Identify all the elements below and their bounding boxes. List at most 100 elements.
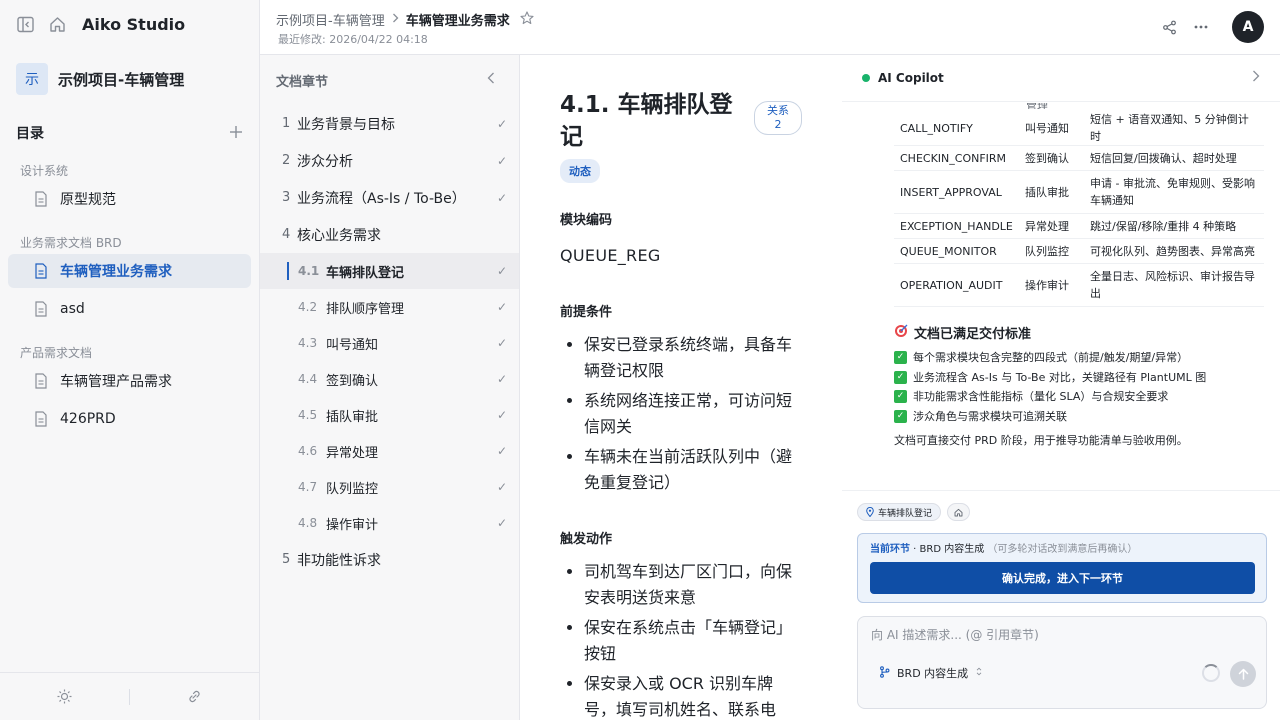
table-row: EXCEPTION_HANDLE 异常处理 跳过/保留/移除/重排 4 种策略 [894, 213, 1264, 239]
chapter-item[interactable]: 4 核心业务需求 [260, 216, 519, 253]
context-chip[interactable]: 车辆排队登记 [857, 503, 942, 521]
chapter-label: 异常处理 [326, 445, 379, 461]
confirm-next-stage-button[interactable]: 确认完成，进入下一环节 [870, 562, 1255, 594]
sidebar-item-vehicle-prd[interactable]: 车辆管理产品需求 [8, 364, 251, 398]
delivery-note: 文档可直接交付 PRD 阶段，用于推导功能清单与验收用例。 [894, 434, 1188, 447]
toc-label: 目录 [16, 126, 44, 142]
chapter-label: 插队审批 [326, 409, 379, 425]
chapter-panel: 文档章节 1 业务背景与目标 ✓ 2 涉众分析 ✓ 3 业务流程（As-Is / To-B… [260, 55, 520, 720]
check-text: 业务流程含 As-Is 与 To-Be 对比，关键路径有 PlantUML 图 [913, 370, 1207, 384]
section-title-row: 4.1. 车辆排队登记 关系 2 [560, 89, 802, 153]
branch-icon [879, 665, 890, 681]
relation-count: 2 [774, 118, 782, 131]
check-text: 非功能需求含性能指标（量化 SLA）与合规安全要求 [913, 390, 1169, 403]
collapse-icon[interactable] [487, 72, 495, 88]
document-content: 4.1. 车辆排队登记 关系 2 动态 模块编码 QUEUE_REG 前提条件 … [520, 55, 842, 720]
check-item: ✓ 非功能需求含性能指标（量化 SLA）与合规安全要求 [894, 387, 1264, 407]
chapter-item[interactable]: 2 涉众分析 ✓ [260, 142, 519, 179]
sidebar-toggle-icon[interactable] [16, 15, 34, 33]
chapter-number: 4.6 [298, 444, 318, 458]
list-item: 保安已登录系统终端，具备车辆登记权限 [584, 332, 802, 384]
relation-button[interactable]: 关系 2 [754, 101, 802, 135]
chapter-number: 1 [282, 116, 291, 131]
theme-icon[interactable] [0, 689, 129, 704]
add-icon[interactable] [229, 123, 243, 144]
module-code-cell: EXCEPTION_HANDLE [894, 213, 1019, 239]
chapter-subitem-active[interactable]: 4.1 车辆排队登记 ✓ [260, 253, 519, 289]
location-pin-icon [866, 507, 874, 517]
chapter-subitem[interactable]: 4.2 排队顺序管理 ✓ [260, 289, 519, 325]
chapter-number: 5 [282, 552, 291, 567]
context-chips: 车辆排队登记 [857, 503, 976, 521]
chapter-subitem[interactable]: 4.3 叫号通知 ✓ [260, 325, 519, 361]
relation-label: 关系 [767, 104, 789, 117]
sidebar-item-vehicle-brd[interactable]: 车辆管理业务需求 [8, 254, 251, 288]
check-icon: ✓ [496, 408, 507, 422]
check-icon: ✓ [496, 190, 507, 205]
trigger-heading: 触发动作 [560, 532, 613, 547]
check-text: 涉众角色与需求模块可追溯关联 [913, 409, 1067, 423]
check-icon: ✓ [496, 444, 507, 458]
checkmark-icon: ✓ [894, 370, 907, 384]
module-code-cell: OPERATION_AUDIT [894, 263, 1019, 307]
module-name-cell: 操作审计 [1019, 263, 1084, 307]
sidebar-item-asd[interactable]: asd [8, 292, 251, 326]
chapter-subitem[interactable]: 4.8 操作审计 ✓ [260, 505, 519, 541]
share-icon[interactable] [1160, 20, 1178, 35]
module-code-cell: CHECKIN_CONFIRM [894, 145, 1019, 171]
chapter-item[interactable]: 1 业务背景与目标 ✓ [260, 105, 519, 142]
more-icon[interactable] [1192, 25, 1210, 29]
list-item: 保安录入或 OCR 识别车牌号，填写司机姓名、联系电 [584, 671, 802, 720]
check-item: ✓ 涉众角色与需求模块可追溯关联 [894, 407, 1264, 427]
copilot-title: AI Copilot [878, 71, 944, 85]
home-icon[interactable] [48, 15, 66, 33]
module-desc-cell: 全量日志、风险标识、审计报告导出 [1084, 263, 1264, 307]
toc-header: 目录 [0, 122, 259, 144]
sidebar-item-label: 车辆管理产品需求 [60, 374, 172, 390]
status-dot [862, 74, 870, 82]
stage-hint: （可多轮对话改到满意后再确认） [987, 544, 1138, 555]
sidebar-item-prototype-spec[interactable]: 原型规范 [8, 182, 251, 216]
document-icon [34, 191, 48, 207]
link-icon[interactable] [130, 689, 259, 704]
chapter-label: 签到确认 [326, 373, 379, 389]
chapter-label: 非功能性诉求 [297, 552, 381, 569]
last-modified: 最近修改: 2026/04/22 04:18 [278, 33, 428, 46]
chevron-right-icon[interactable] [1252, 70, 1260, 86]
app-name: Aiko Studio [82, 14, 186, 34]
checkmark-icon: ✓ [894, 351, 907, 365]
home-chip[interactable] [947, 503, 971, 521]
project-header[interactable]: 示 示例项目-车辆管理 [0, 48, 259, 100]
star-icon[interactable] [520, 10, 534, 29]
mode-selector[interactable]: BRD 内容生成 [871, 662, 990, 684]
standard-heading: 文档已满足交付标准 [894, 323, 1264, 342]
chapter-item[interactable]: 3 业务流程（As-Is / To-Be） ✓ [260, 179, 519, 216]
chapter-number: 4.4 [298, 372, 318, 386]
chapter-label: 涉众分析 [297, 153, 353, 170]
breadcrumb-project[interactable]: 示例项目-车辆管理 [276, 10, 385, 29]
module-name-cell: 插队审批 [1019, 170, 1084, 214]
sidebar-item-426prd[interactable]: 426PRD [8, 402, 251, 436]
chapter-subitem[interactable]: 4.4 签到确认 ✓ [260, 361, 519, 397]
check-icon: ✓ [496, 153, 507, 168]
send-button[interactable] [1230, 661, 1256, 687]
checkmark-icon: ✓ [894, 390, 907, 404]
sidebar-item-label: asd [60, 301, 85, 317]
chapter-subitem[interactable]: 4.7 队列监控 ✓ [260, 469, 519, 505]
check-icon: ✓ [496, 116, 507, 131]
user-avatar[interactable]: A [1232, 11, 1264, 43]
chapter-number: 4.8 [298, 516, 318, 530]
chapter-subitem[interactable]: 4.6 异常处理 ✓ [260, 433, 519, 469]
up-down-chevron-icon [976, 667, 982, 679]
module-table: CALL_NOTIFY 叫号通知 短信 + 语音双通知、5 分钟倒计时 CHECKI… [894, 111, 1264, 307]
module-desc-cell: 申请 - 审批流、免审规则、受影响车辆通知 [1084, 170, 1264, 214]
chapter-subitem[interactable]: 4.5 插队审批 ✓ [260, 397, 519, 433]
precondition-list: 保安已登录系统终端，具备车辆登记权限 系统网络连接正常，可访问短信网关 车辆未在… [560, 332, 802, 496]
module-desc-cell: 跳过/保留/移除/重排 4 种策略 [1084, 213, 1264, 239]
chapter-item[interactable]: 5 非功能性诉求 [260, 541, 519, 578]
module-code-cell: INSERT_APPROVAL [894, 170, 1019, 214]
delivery-standard: 文档已满足交付标准 ✓ 每个需求模块包含完整的四段式（前提/触发/期望/异常） ✓… [894, 323, 1264, 448]
list-item: 系统网络连接正常，可访问短信网关 [584, 388, 802, 440]
chapter-panel-title: 文档章节 [276, 74, 329, 90]
prompt-input-box[interactable]: 向 AI 描述需求... (@ 引用章节) BRD 内容生成 [857, 616, 1267, 709]
